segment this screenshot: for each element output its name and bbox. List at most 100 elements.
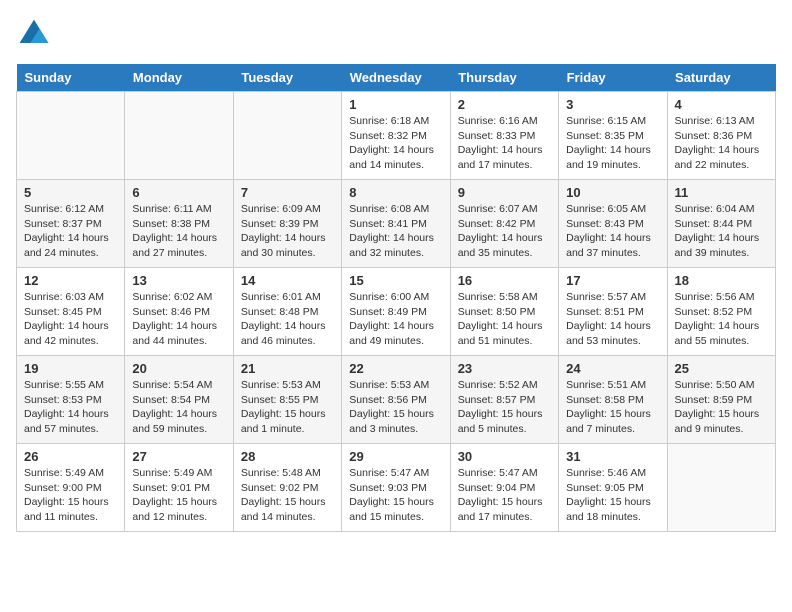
cell-info: Sunrise: 5:55 AM Sunset: 8:53 PM Dayligh… (24, 378, 117, 437)
cell-info: Sunrise: 6:09 AM Sunset: 8:39 PM Dayligh… (241, 202, 334, 261)
cell-info: Sunrise: 6:00 AM Sunset: 8:49 PM Dayligh… (349, 290, 442, 349)
day-number: 31 (566, 449, 659, 464)
day-number: 12 (24, 273, 117, 288)
cell-info: Sunrise: 6:13 AM Sunset: 8:36 PM Dayligh… (675, 114, 768, 173)
col-header-thursday: Thursday (450, 64, 558, 92)
day-number: 22 (349, 361, 442, 376)
day-number: 13 (132, 273, 225, 288)
day-number: 26 (24, 449, 117, 464)
day-number: 1 (349, 97, 442, 112)
cell-info: Sunrise: 6:04 AM Sunset: 8:44 PM Dayligh… (675, 202, 768, 261)
calendar-cell: 15 Sunrise: 6:00 AM Sunset: 8:49 PM Dayli… (342, 268, 450, 356)
cell-info: Sunrise: 5:57 AM Sunset: 8:51 PM Dayligh… (566, 290, 659, 349)
day-number: 15 (349, 273, 442, 288)
calendar-cell (125, 92, 233, 180)
cell-info: Sunrise: 6:03 AM Sunset: 8:45 PM Dayligh… (24, 290, 117, 349)
col-header-friday: Friday (559, 64, 667, 92)
calendar-week-row: 26Sunrise: 5:49 AM Sunset: 9:00 PM Dayli… (17, 444, 776, 532)
calendar-cell: 25 Sunrise: 5:50 AM Sunset: 8:59 PM Dayli… (667, 356, 775, 444)
day-number: 10 (566, 185, 659, 200)
day-number: 20 (132, 361, 225, 376)
calendar-cell: 26Sunrise: 5:49 AM Sunset: 9:00 PM Dayli… (17, 444, 125, 532)
calendar-cell: 9 Sunrise: 6:07 AM Sunset: 8:42 PM Daylig… (450, 180, 558, 268)
cell-info: Sunrise: 6:11 AM Sunset: 8:38 PM Dayligh… (132, 202, 225, 261)
calendar-header-row: SundayMondayTuesdayWednesdayThursdayFrid… (17, 64, 776, 92)
day-number: 29 (349, 449, 442, 464)
calendar-cell: 1 Sunrise: 6:18 AM Sunset: 8:32 PM Daylig… (342, 92, 450, 180)
day-number: 27 (132, 449, 225, 464)
calendar-cell: 31 Sunrise: 5:46 AM Sunset: 9:05 PM Dayli… (559, 444, 667, 532)
cell-info: Sunrise: 6:18 AM Sunset: 8:32 PM Dayligh… (349, 114, 442, 173)
calendar-cell: 22 Sunrise: 5:53 AM Sunset: 8:56 PM Dayli… (342, 356, 450, 444)
cell-info: Sunrise: 5:53 AM Sunset: 8:56 PM Dayligh… (349, 378, 442, 437)
day-number: 19 (24, 361, 117, 376)
day-number: 28 (241, 449, 334, 464)
calendar-cell: 4 Sunrise: 6:13 AM Sunset: 8:36 PM Daylig… (667, 92, 775, 180)
calendar-cell: 30Sunrise: 5:47 AM Sunset: 9:04 PM Dayli… (450, 444, 558, 532)
calendar-cell: 29 Sunrise: 5:47 AM Sunset: 9:03 PM Dayli… (342, 444, 450, 532)
cell-info: Sunrise: 5:50 AM Sunset: 8:59 PM Dayligh… (675, 378, 768, 437)
day-number: 14 (241, 273, 334, 288)
calendar-cell (17, 92, 125, 180)
calendar-cell: 12 Sunrise: 6:03 AM Sunset: 8:45 PM Dayli… (17, 268, 125, 356)
calendar-cell: 11 Sunrise: 6:04 AM Sunset: 8:44 PM Dayli… (667, 180, 775, 268)
col-header-saturday: Saturday (667, 64, 775, 92)
day-number: 25 (675, 361, 768, 376)
cell-info: Sunrise: 5:47 AM Sunset: 9:03 PM Dayligh… (349, 466, 442, 525)
cell-info: Sunrise: 6:16 AM Sunset: 8:33 PM Dayligh… (458, 114, 551, 173)
calendar-cell: 16Sunrise: 5:58 AM Sunset: 8:50 PM Dayli… (450, 268, 558, 356)
col-header-sunday: Sunday (17, 64, 125, 92)
day-number: 3 (566, 97, 659, 112)
day-number: 11 (675, 185, 768, 200)
day-number: 21 (241, 361, 334, 376)
calendar-cell: 6 Sunrise: 6:11 AM Sunset: 8:38 PM Daylig… (125, 180, 233, 268)
calendar-cell: 3 Sunrise: 6:15 AM Sunset: 8:35 PM Daylig… (559, 92, 667, 180)
calendar-cell: 27 Sunrise: 5:49 AM Sunset: 9:01 PM Dayli… (125, 444, 233, 532)
cell-info: Sunrise: 6:08 AM Sunset: 8:41 PM Dayligh… (349, 202, 442, 261)
calendar-cell: 8 Sunrise: 6:08 AM Sunset: 8:41 PM Daylig… (342, 180, 450, 268)
cell-info: Sunrise: 5:51 AM Sunset: 8:58 PM Dayligh… (566, 378, 659, 437)
col-header-wednesday: Wednesday (342, 64, 450, 92)
day-number: 4 (675, 97, 768, 112)
day-number: 18 (675, 273, 768, 288)
cell-info: Sunrise: 5:49 AM Sunset: 9:01 PM Dayligh… (132, 466, 225, 525)
day-number: 6 (132, 185, 225, 200)
day-number: 30 (458, 449, 551, 464)
day-number: 16 (458, 273, 551, 288)
calendar-cell: 13Sunrise: 6:02 AM Sunset: 8:46 PM Dayli… (125, 268, 233, 356)
calendar-cell: 10 Sunrise: 6:05 AM Sunset: 8:43 PM Dayli… (559, 180, 667, 268)
cell-info: Sunrise: 6:05 AM Sunset: 8:43 PM Dayligh… (566, 202, 659, 261)
col-header-monday: Monday (125, 64, 233, 92)
calendar-cell: 20 Sunrise: 5:54 AM Sunset: 8:54 PM Dayli… (125, 356, 233, 444)
cell-info: Sunrise: 6:01 AM Sunset: 8:48 PM Dayligh… (241, 290, 334, 349)
day-number: 9 (458, 185, 551, 200)
calendar-cell: 18 Sunrise: 5:56 AM Sunset: 8:52 PM Dayli… (667, 268, 775, 356)
calendar-cell: 17 Sunrise: 5:57 AM Sunset: 8:51 PM Dayli… (559, 268, 667, 356)
day-number: 8 (349, 185, 442, 200)
day-number: 23 (458, 361, 551, 376)
calendar-cell: 23 Sunrise: 5:52 AM Sunset: 8:57 PM Dayli… (450, 356, 558, 444)
cell-info: Sunrise: 5:53 AM Sunset: 8:55 PM Dayligh… (241, 378, 334, 437)
cell-info: Sunrise: 6:12 AM Sunset: 8:37 PM Dayligh… (24, 202, 117, 261)
calendar-week-row: 1 Sunrise: 6:18 AM Sunset: 8:32 PM Daylig… (17, 92, 776, 180)
logo-icon (16, 16, 52, 52)
cell-info: Sunrise: 6:07 AM Sunset: 8:42 PM Dayligh… (458, 202, 551, 261)
cell-info: Sunrise: 6:15 AM Sunset: 8:35 PM Dayligh… (566, 114, 659, 173)
calendar-cell (667, 444, 775, 532)
cell-info: Sunrise: 5:54 AM Sunset: 8:54 PM Dayligh… (132, 378, 225, 437)
cell-info: Sunrise: 5:46 AM Sunset: 9:05 PM Dayligh… (566, 466, 659, 525)
col-header-tuesday: Tuesday (233, 64, 341, 92)
day-number: 2 (458, 97, 551, 112)
day-number: 24 (566, 361, 659, 376)
day-number: 5 (24, 185, 117, 200)
cell-info: Sunrise: 5:56 AM Sunset: 8:52 PM Dayligh… (675, 290, 768, 349)
cell-info: Sunrise: 5:52 AM Sunset: 8:57 PM Dayligh… (458, 378, 551, 437)
calendar-table: SundayMondayTuesdayWednesdayThursdayFrid… (16, 64, 776, 532)
calendar-cell: 24 Sunrise: 5:51 AM Sunset: 8:58 PM Dayli… (559, 356, 667, 444)
cell-info: Sunrise: 5:48 AM Sunset: 9:02 PM Dayligh… (241, 466, 334, 525)
calendar-cell (233, 92, 341, 180)
calendar-cell: 14 Sunrise: 6:01 AM Sunset: 8:48 PM Dayli… (233, 268, 341, 356)
day-number: 17 (566, 273, 659, 288)
calendar-week-row: 19 Sunrise: 5:55 AM Sunset: 8:53 PM Dayli… (17, 356, 776, 444)
logo (16, 16, 56, 52)
